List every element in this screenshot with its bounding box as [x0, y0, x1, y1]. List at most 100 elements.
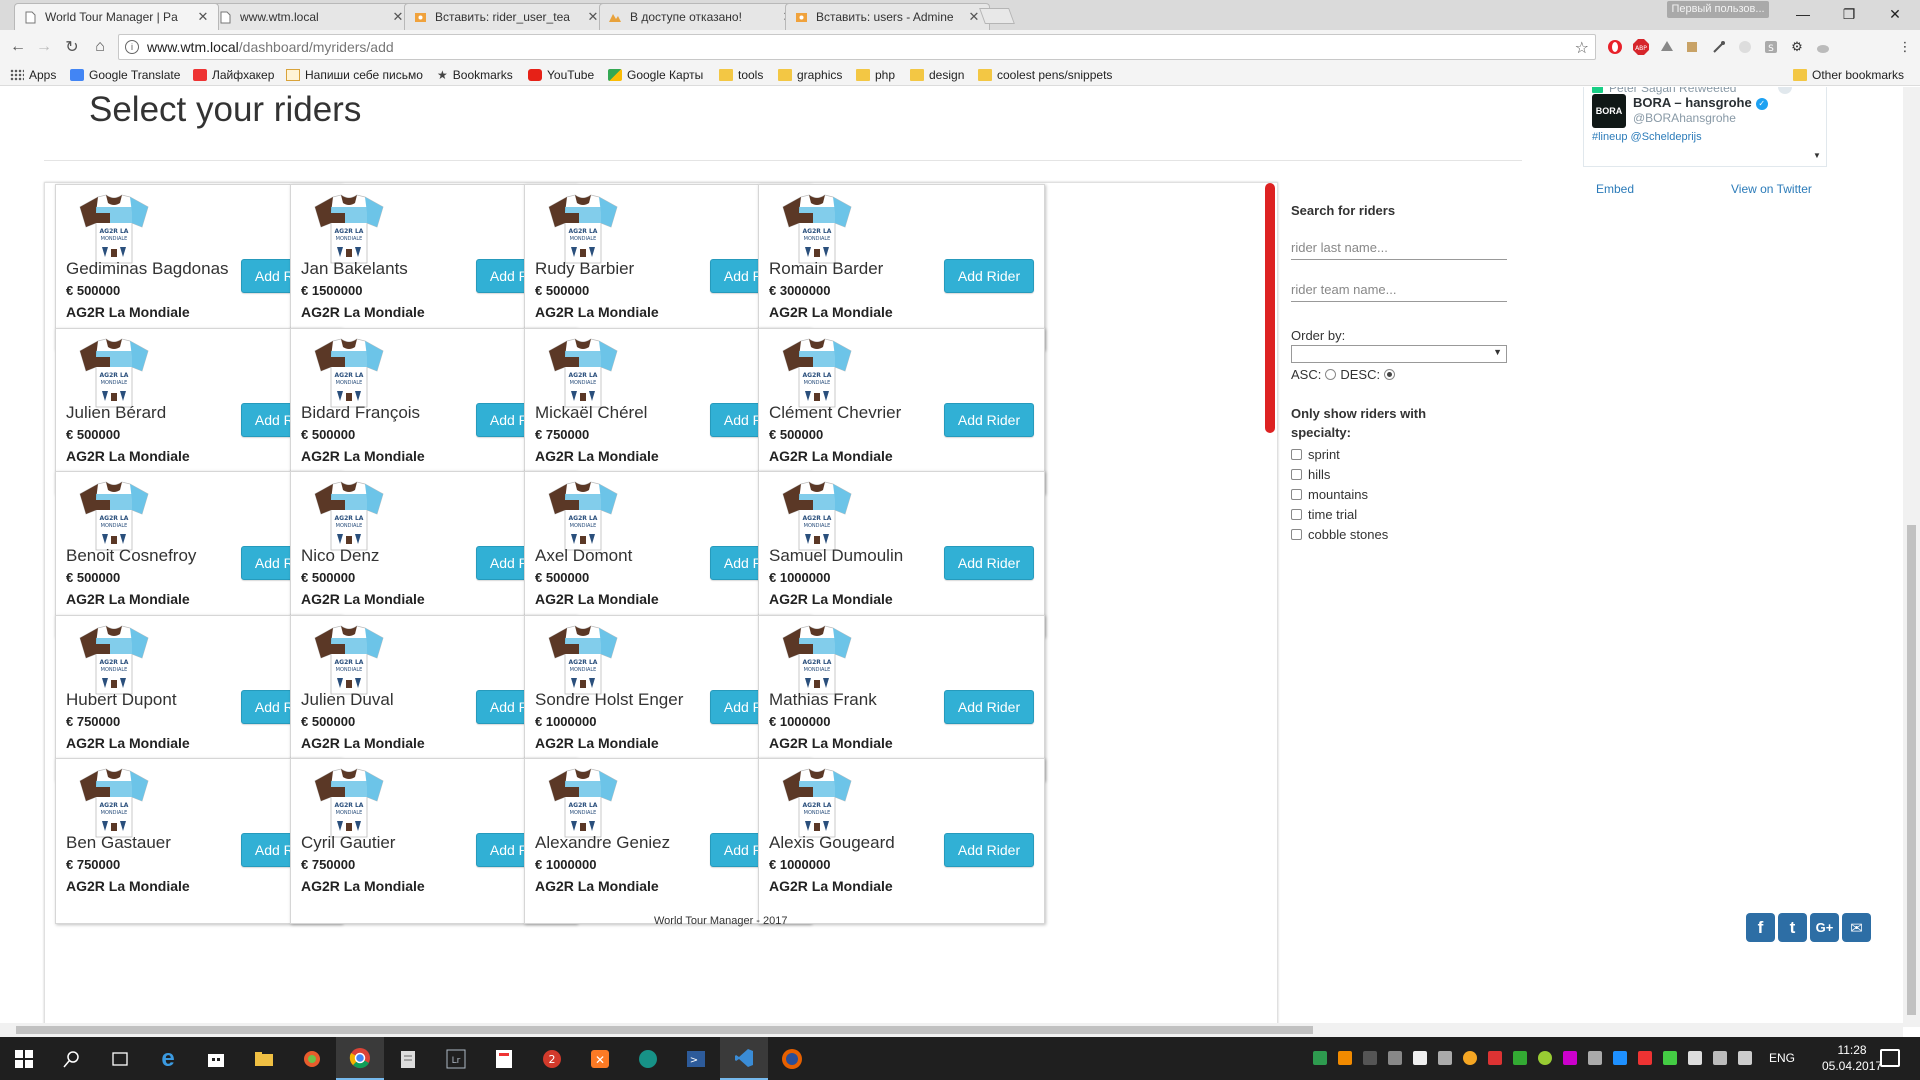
tab-phpmyadmin-users[interactable]: Вставить: users - Admine ✕ [785, 3, 990, 30]
email-icon[interactable]: ✉ [1842, 913, 1871, 942]
bookmark-folder-graphics[interactable]: graphics [778, 66, 842, 84]
page-horizontal-scrollbar[interactable] [0, 1023, 1903, 1037]
bookmark-lifehacker[interactable]: Лайфхакер [193, 66, 274, 84]
tweet-author-handle[interactable]: @BORAhansgrohe [1633, 111, 1736, 125]
tab-phpmyadmin-insert[interactable]: Вставить: rider_user_tea ✕ [404, 3, 609, 30]
tray-icon[interactable] [1463, 1051, 1477, 1065]
eyedropper-icon[interactable] [1709, 37, 1729, 57]
restore-icon[interactable]: ❐ [1826, 0, 1872, 28]
minimize-icon[interactable]: — [1780, 0, 1826, 28]
tray-icon[interactable] [1588, 1051, 1602, 1065]
notifications-icon[interactable] [1880, 1049, 1900, 1067]
tray-icon[interactable] [1538, 1051, 1552, 1065]
bookmark-folder-design[interactable]: design [910, 66, 964, 84]
search-icon[interactable] [48, 1037, 96, 1080]
page-info-icon[interactable]: i [125, 40, 139, 54]
close-icon[interactable]: ✕ [391, 9, 405, 25]
time-trial-checkbox[interactable] [1291, 509, 1302, 520]
bookmark-google-maps[interactable]: Google Карты [608, 66, 703, 84]
tray-icon[interactable] [1563, 1051, 1577, 1065]
sprint-checkbox[interactable] [1291, 449, 1302, 460]
tab-access-denied[interactable]: В доступе отказано! ✕ [599, 3, 804, 30]
lightroom-icon[interactable]: Lr [432, 1037, 480, 1080]
twitter-embed-link[interactable]: Embed [1596, 182, 1634, 196]
add-rider-button[interactable]: Add Rider [944, 403, 1034, 437]
bookmark-google-translate[interactable]: Google Translate [70, 66, 180, 84]
opera-icon[interactable] [1605, 37, 1625, 57]
new-tab-button[interactable] [979, 8, 1015, 24]
task-view-icon[interactable] [96, 1037, 144, 1080]
view-on-twitter-link[interactable]: View on Twitter [1731, 182, 1812, 196]
back-icon[interactable]: ← [6, 35, 30, 59]
order-by-select[interactable]: ▼ [1291, 345, 1507, 363]
adblock-icon[interactable]: ABP [1631, 37, 1651, 57]
specialty-sprint[interactable]: sprint [1291, 447, 1511, 462]
tray-icon[interactable] [1438, 1051, 1452, 1065]
specialty-hills[interactable]: hills [1291, 467, 1511, 482]
specialty-time-trial[interactable]: time trial [1291, 507, 1511, 522]
clock[interactable]: 11:28 05.04.2017 [1822, 1042, 1882, 1074]
rider-team-name-input[interactable] [1291, 278, 1507, 302]
bookmark-apps[interactable]: Apps [10, 66, 56, 84]
tray-icon[interactable] [1638, 1051, 1652, 1065]
app-red-icon[interactable]: 2 [528, 1037, 576, 1080]
home-icon[interactable]: ⌂ [88, 35, 112, 59]
extension-icon[interactable] [1683, 37, 1703, 57]
bookmark-other[interactable]: Other bookmarks [1793, 66, 1904, 84]
add-rider-button[interactable]: Add Rider [944, 690, 1034, 724]
gitkraken-icon[interactable] [624, 1037, 672, 1080]
google-plus-icon[interactable]: G+ [1810, 913, 1839, 942]
cobble-stones-checkbox[interactable] [1291, 529, 1302, 540]
vscode-icon[interactable] [720, 1037, 768, 1080]
xampp-icon[interactable]: ✕ [576, 1037, 624, 1080]
close-icon[interactable]: ✕ [967, 9, 981, 25]
bookmark-write-letter[interactable]: Напиши себе письмо [286, 66, 423, 84]
asc-radio[interactable] [1325, 369, 1337, 380]
onedrive-icon[interactable] [1413, 1051, 1427, 1065]
cloud-icon[interactable] [1813, 37, 1833, 57]
bluetooth-icon[interactable] [1613, 1051, 1627, 1065]
tab-world-tour-manager[interactable]: World Tour Manager | Pa ✕ [14, 3, 219, 30]
tray-icon[interactable] [1338, 1051, 1352, 1065]
mountains-checkbox[interactable] [1291, 489, 1302, 500]
bookmark-bookmarks[interactable]: ★ Bookmarks [437, 66, 513, 84]
notepad-icon[interactable] [384, 1037, 432, 1080]
add-rider-button[interactable]: Add Rider [944, 833, 1034, 867]
battery-icon[interactable] [1688, 1051, 1702, 1065]
address-bar[interactable]: i www.wtm.local/dashboard/myriders/add ☆ [118, 34, 1596, 60]
avatar[interactable]: BORA [1592, 94, 1626, 128]
specialty-cobble-stones[interactable]: cobble stones [1291, 527, 1511, 542]
powershell-icon[interactable]: > [672, 1037, 720, 1080]
chrome-icon[interactable] [336, 1037, 384, 1080]
desc-radio[interactable] [1384, 369, 1396, 380]
color-app-icon[interactable] [288, 1037, 336, 1080]
close-window-icon[interactable]: ✕ [1872, 0, 1918, 28]
extension-icon[interactable]: S [1761, 37, 1781, 57]
tray-icon[interactable] [1363, 1051, 1377, 1065]
edge-icon[interactable]: e [144, 1037, 192, 1080]
scroll-down-icon[interactable]: ▼ [1813, 151, 1821, 160]
menu-icon[interactable]: ⋮ [1895, 37, 1915, 57]
profile-button[interactable]: Первый пользов... [1667, 1, 1769, 18]
add-rider-button[interactable]: Add Rider [944, 546, 1034, 580]
close-icon[interactable]: ✕ [196, 9, 210, 25]
volume-icon[interactable] [1738, 1051, 1752, 1065]
riders-scrollbar-thumb[interactable] [1265, 183, 1275, 433]
bookmark-star-icon[interactable]: ☆ [1575, 38, 1589, 58]
facebook-icon[interactable]: f [1746, 913, 1775, 942]
bookmark-folder-tools[interactable]: tools [719, 66, 763, 84]
bookmark-folder-pens[interactable]: coolest pens/snippets [978, 66, 1112, 84]
reload-icon[interactable]: ↻ [60, 35, 84, 59]
tray-icon[interactable] [1388, 1051, 1402, 1065]
windows-start-icon[interactable] [0, 1037, 48, 1080]
gear-icon[interactable]: ⚙ [1787, 37, 1807, 57]
calculator-icon[interactable] [480, 1037, 528, 1080]
network-icon[interactable] [1713, 1051, 1727, 1065]
tweet-author-name[interactable]: BORA – hansgrohe ✓ [1633, 95, 1768, 110]
tweet-hashtag-link[interactable]: #lineup @Scheldeprijs [1592, 131, 1702, 143]
tray-icon[interactable] [1663, 1051, 1677, 1065]
extension-icon[interactable] [1735, 37, 1755, 57]
close-icon[interactable]: ✕ [586, 9, 600, 25]
page-vertical-scrollbar[interactable] [1903, 87, 1920, 1027]
specialty-mountains[interactable]: mountains [1291, 487, 1511, 502]
